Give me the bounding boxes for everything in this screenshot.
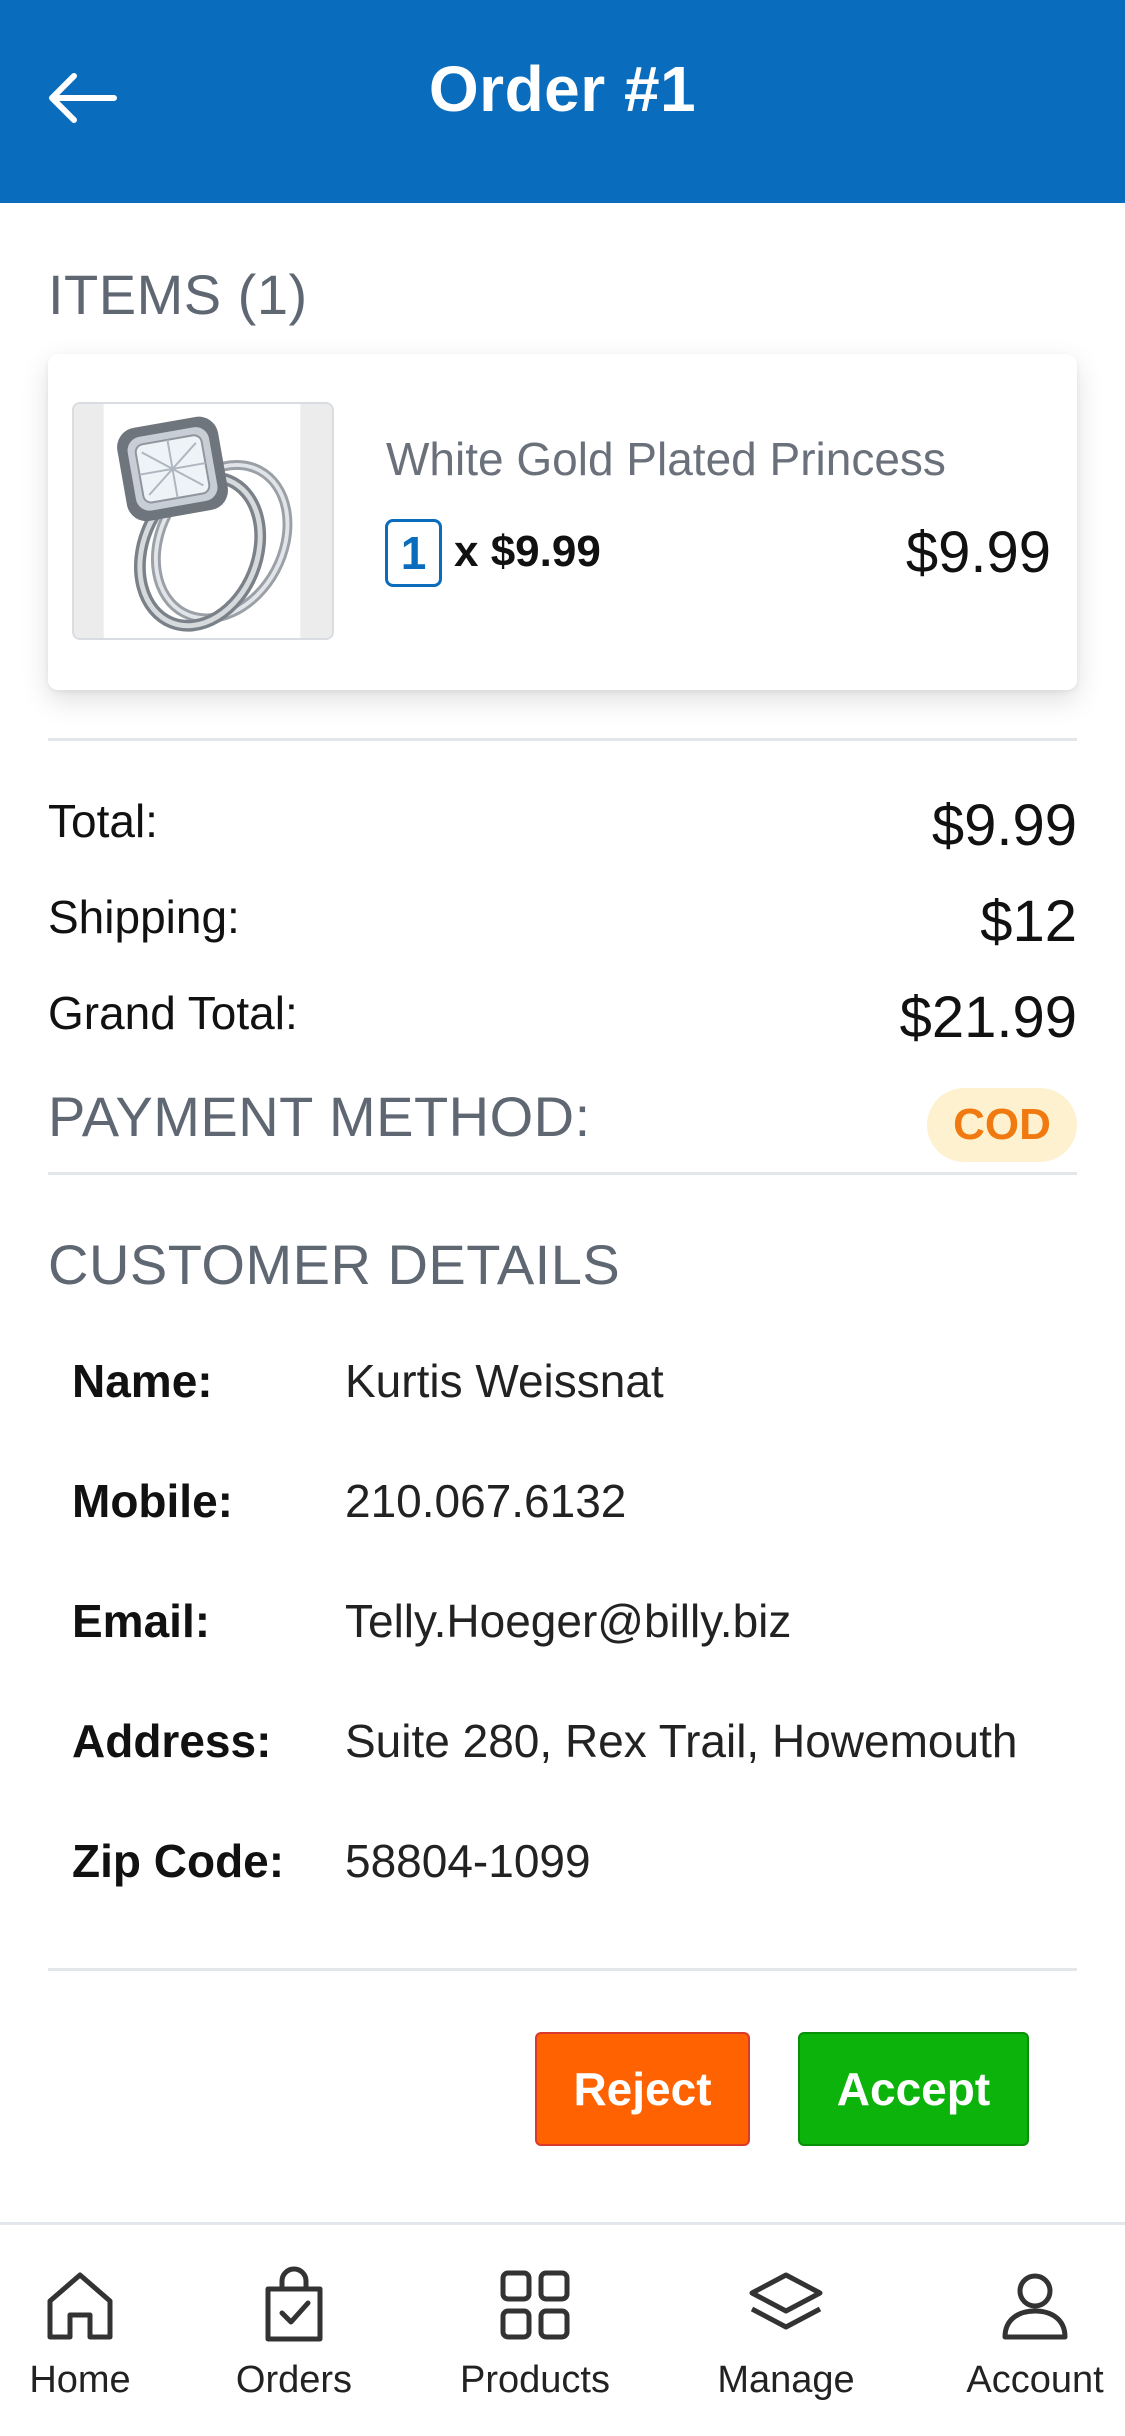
shipping-label: Shipping:	[48, 891, 240, 943]
accept-button[interactable]: Accept	[798, 2032, 1029, 2146]
customer-zip-code: 58804-1099	[345, 1835, 591, 1887]
customer-email-row: Email: Telly.Hoeger@billy.biz	[72, 1594, 1072, 1654]
nav-label-account: Account	[966, 2359, 1104, 2401]
total-value: $9.99	[931, 793, 1077, 858]
nav-label-home: Home	[29, 2359, 131, 2401]
nav-label-orders: Orders	[235, 2359, 353, 2401]
shipping-value: $12	[980, 889, 1077, 954]
customer-address: Suite 280, Rex Trail, Howemouth	[345, 1715, 1018, 1767]
unit-price: x $9.99	[454, 527, 601, 576]
payment-method-badge: COD	[927, 1088, 1077, 1162]
nav-item-products[interactable]: Products	[450, 2265, 620, 2402]
total-label: Total:	[48, 795, 158, 847]
grid-icon	[500, 2270, 570, 2340]
app-header: Order #1	[0, 0, 1125, 203]
quantity-badge: 1	[385, 519, 442, 587]
product-name: White Gold Plated Princess	[386, 433, 946, 485]
name-label: Name:	[72, 1355, 213, 1407]
customer-details-heading: CUSTOMER DETAILS	[48, 1233, 621, 1296]
divider	[48, 1172, 1077, 1175]
customer-mobile-row: Mobile: 210.067.6132	[72, 1474, 1072, 1534]
items-heading: ITEMS (1)	[48, 263, 308, 326]
customer-email: Telly.Hoeger@billy.biz	[345, 1595, 792, 1647]
nav-item-orders[interactable]: Orders	[224, 2265, 364, 2402]
customer-name: Kurtis Weissnat	[345, 1355, 664, 1407]
email-label: Email:	[72, 1595, 211, 1647]
home-icon	[47, 2272, 113, 2340]
ring-product-image	[74, 404, 332, 638]
nav-label-products: Products	[460, 2359, 610, 2401]
customer-name-row: Name: Kurtis Weissnat	[72, 1354, 1072, 1414]
grand-total-label: Grand Total:	[48, 987, 298, 1039]
payment-method-heading: PAYMENT METHOD:	[48, 1085, 591, 1148]
divider	[48, 738, 1077, 741]
nav-item-home[interactable]: Home	[20, 2265, 140, 2402]
reject-button[interactable]: Reject	[535, 2032, 750, 2146]
address-label: Address:	[72, 1715, 272, 1767]
nav-item-account[interactable]: Account	[955, 2265, 1115, 2402]
line-total: $9.99	[905, 520, 1051, 585]
nav-item-manage[interactable]: Manage	[706, 2265, 866, 2402]
product-image	[72, 402, 334, 640]
page-title: Order #1	[428, 53, 697, 125]
mobile-label: Mobile:	[72, 1475, 233, 1527]
customer-zip-row: Zip Code: 58804-1099	[72, 1834, 1072, 1894]
user-icon	[1002, 2273, 1068, 2340]
grand-total-value: $21.99	[899, 985, 1077, 1050]
shopping-bag-check-icon	[265, 2266, 323, 2342]
divider	[48, 1968, 1077, 1971]
nav-label-manage: Manage	[717, 2359, 855, 2401]
customer-address-row: Address: Suite 280, Rex Trail, Howemouth	[72, 1714, 1072, 1774]
zip-code-label: Zip Code:	[72, 1835, 285, 1887]
layers-icon	[749, 2272, 823, 2330]
bottom-navigation: Home Orders Products Manage Account	[0, 2222, 1125, 2436]
customer-mobile: 210.067.6132	[345, 1475, 627, 1527]
order-item-card[interactable]: White Gold Plated Princess 1 x $9.99 $9.…	[48, 354, 1077, 690]
